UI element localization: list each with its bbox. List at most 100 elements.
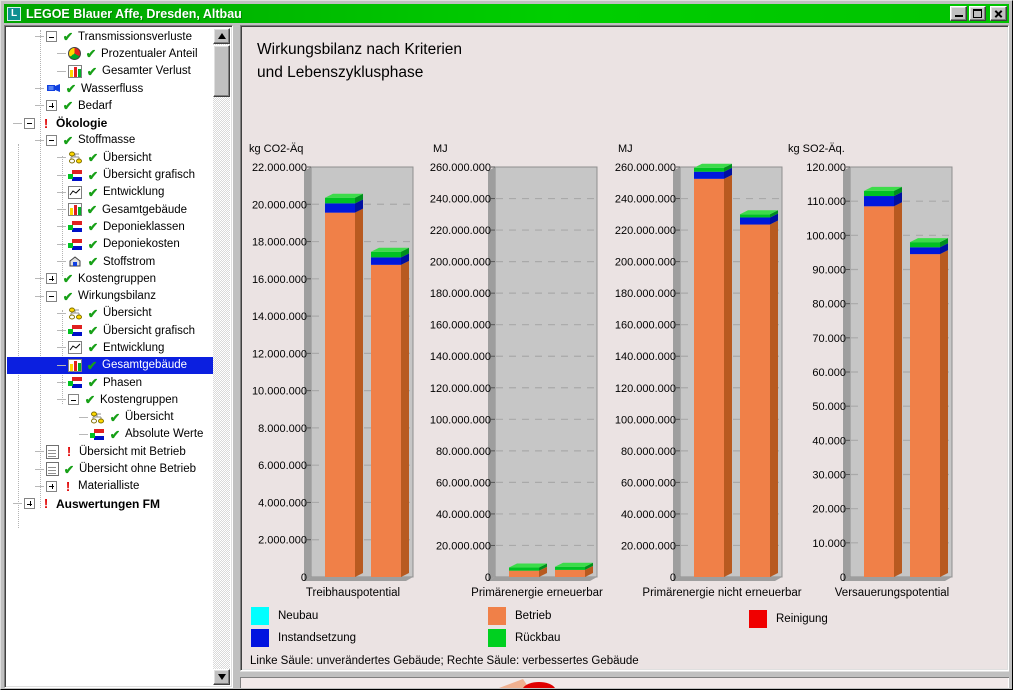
expand-plus-icon[interactable] — [46, 481, 57, 492]
bar-1 — [864, 187, 902, 577]
collapse-minus-icon[interactable] — [68, 394, 79, 405]
bar-2 — [555, 563, 593, 577]
close-button[interactable] — [990, 6, 1007, 21]
chart-panel: Wirkungsbilanz nach Kriterien und Lebens… — [240, 25, 1009, 671]
arrow-up-icon — [218, 33, 226, 39]
collapse-minus-icon[interactable] — [46, 135, 57, 146]
expand-plus-icon[interactable] — [24, 498, 35, 509]
org-icon — [68, 307, 83, 320]
pie-icon — [68, 47, 81, 60]
checkmark-icon: ✔ — [86, 150, 100, 165]
expand-plus-icon[interactable] — [46, 100, 57, 111]
line-icon — [68, 186, 83, 199]
tree-item[interactable]: ✔Deponiekosten — [7, 236, 213, 253]
tree-item[interactable]: ✔Übersicht — [7, 149, 213, 166]
scrollbar-thumb[interactable] — [213, 45, 230, 97]
tree-item[interactable]: ✔Transmissionsverluste — [7, 28, 213, 45]
org-icon — [68, 151, 83, 164]
tree-item-label: Deponiekosten — [103, 238, 180, 250]
legend-swatch — [488, 607, 506, 625]
svg-text:40.000.000: 40.000.000 — [436, 509, 491, 521]
tree-item-label: Stoffmasse — [78, 134, 135, 146]
bar-segment-side — [770, 221, 778, 577]
tree-item[interactable]: ✔Phasen — [7, 374, 213, 391]
tree-item[interactable]: !Übersicht mit Betrieb — [7, 443, 213, 460]
tree-item[interactable]: ✔Entwicklung — [7, 184, 213, 201]
tree-item[interactable]: ✔Übersicht grafisch — [7, 322, 213, 339]
minimize-button[interactable] — [950, 6, 967, 21]
y-axis-ticks: 260.000.000240.000.000220.000.000200.000… — [615, 162, 680, 584]
flag-icon — [68, 169, 83, 182]
svg-text:20.000.000: 20.000.000 — [436, 540, 491, 552]
maximize-button[interactable] — [969, 6, 986, 21]
tree-item[interactable]: ✔Stoffmasse — [7, 132, 213, 149]
tree-item[interactable]: ✔Wirkungsbilanz — [7, 287, 213, 304]
checkmark-icon: ✔ — [85, 202, 99, 217]
tree-item-label: Wasserfluss — [81, 83, 143, 95]
collapse-minus-icon[interactable] — [46, 31, 57, 42]
tree-connector — [57, 330, 66, 331]
bar-1 — [325, 194, 363, 577]
bar-segment — [740, 225, 770, 577]
doc-icon — [46, 462, 59, 476]
expand-plus-icon[interactable] — [46, 273, 57, 284]
tree-item[interactable]: ✔Wasserfluss — [7, 80, 213, 97]
svg-text:60.000.000: 60.000.000 — [436, 477, 491, 489]
tree-item[interactable]: ✔Übersicht grafisch — [7, 166, 213, 183]
checkmark-icon: ✔ — [108, 410, 122, 425]
tree-item[interactable]: !Materialliste — [7, 478, 213, 495]
navigation-tree-panel: ✔Transmissionsverluste✔Prozentualer Ante… — [4, 25, 233, 688]
collapse-minus-icon[interactable] — [24, 118, 35, 129]
plot-floor — [843, 577, 952, 581]
main-content: ✔Transmissionsverluste✔Prozentualer Ante… — [4, 25, 1009, 688]
svg-text:120.000.000: 120.000.000 — [615, 383, 676, 395]
bar-1 — [509, 564, 547, 577]
tree-item[interactable]: ✔Stoffstrom — [7, 253, 213, 270]
tree-item[interactable]: ✔Übersicht — [7, 305, 213, 322]
scroll-down-button[interactable] — [213, 669, 230, 685]
svg-text:40.000.000: 40.000.000 — [621, 509, 676, 521]
bar-segment-side — [401, 261, 409, 577]
tree-item[interactable]: ✔Entwicklung — [7, 339, 213, 356]
svg-text:200.000.000: 200.000.000 — [615, 257, 676, 269]
svg-text:160.000.000: 160.000.000 — [430, 320, 491, 332]
vertical-splitter[interactable] — [233, 25, 240, 688]
tree-item[interactable]: ✔Absolute Werte — [7, 426, 213, 443]
svg-text:50.000: 50.000 — [812, 401, 846, 413]
tree-item[interactable]: ✔Prozentualer Anteil — [7, 45, 213, 62]
tree-item[interactable]: !Auswertungen FM — [7, 495, 213, 512]
scroll-up-button[interactable] — [213, 28, 230, 44]
svg-text:0: 0 — [670, 572, 676, 584]
tree-item[interactable]: !Ökologie — [7, 114, 213, 131]
tree-item-label: Ökologie — [56, 116, 107, 130]
tree-item[interactable]: ✔Gesamtgebäude — [7, 201, 213, 218]
horizontal-splitter[interactable] — [240, 671, 1009, 678]
svg-text:4.000.000: 4.000.000 — [258, 497, 307, 509]
svg-text:260.000.000: 260.000.000 — [615, 162, 676, 174]
tree-item[interactable]: ✔Bedarf — [7, 97, 213, 114]
tree-item[interactable]: ✔Deponieklassen — [7, 218, 213, 235]
bar-segment — [864, 191, 894, 196]
tree-item[interactable]: ✔Gesamter Verlust — [7, 63, 213, 80]
bar-segment — [910, 247, 940, 254]
collapse-minus-icon[interactable] — [46, 291, 57, 302]
tree-connector — [57, 157, 66, 158]
tree-item[interactable]: ✔Kostengruppen — [7, 391, 213, 408]
partial-pie-chart — [499, 679, 561, 688]
bar-segment-side — [724, 175, 732, 577]
axis-unit-label: kg SO2-Äq. — [788, 143, 845, 155]
tree-item[interactable]: ✔Übersicht ohne Betrieb — [7, 460, 213, 477]
tree-item-label: Materialliste — [78, 480, 139, 492]
app-icon[interactable]: L — [7, 7, 21, 21]
titlebar[interactable]: L LEGOE Blauer Affe, Dresden, Altbau — [4, 4, 1009, 23]
tree-scrollbar[interactable] — [213, 28, 230, 685]
tree-item-label: Prozentualer Anteil — [101, 48, 198, 60]
svg-text:8.000.000: 8.000.000 — [258, 423, 307, 435]
tree-item[interactable]: ✔Übersicht — [7, 409, 213, 426]
line-icon — [68, 341, 83, 354]
svg-text:20.000: 20.000 — [812, 504, 846, 516]
tree-item[interactable]: ✔Kostengruppen — [7, 270, 213, 287]
exclamation-icon: ! — [61, 479, 75, 494]
tree-connector — [57, 53, 66, 54]
tree-item[interactable]: ✔Gesamtgebäude — [7, 357, 213, 374]
